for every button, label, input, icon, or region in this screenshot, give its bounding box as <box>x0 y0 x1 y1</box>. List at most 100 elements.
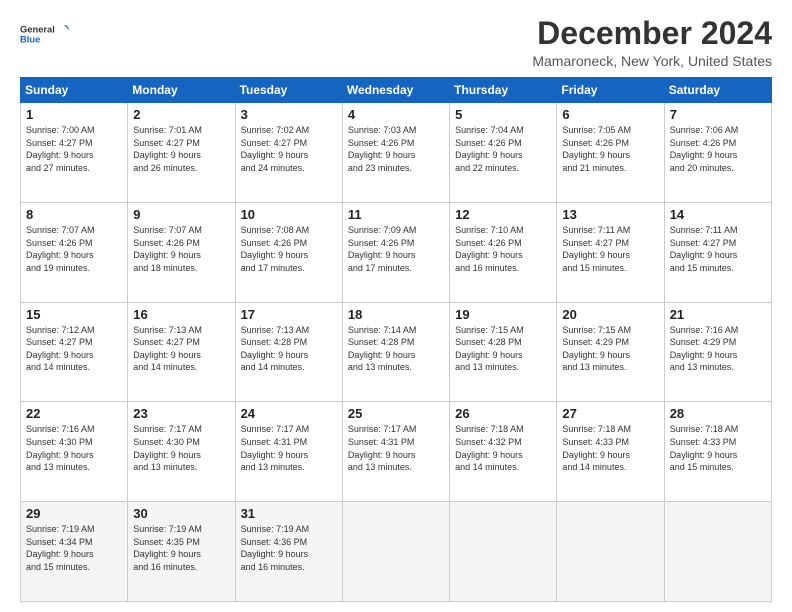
day-info: Sunrise: 7:04 AMSunset: 4:26 PMDaylight:… <box>455 124 551 174</box>
calendar-cell: 16 Sunrise: 7:13 AMSunset: 4:27 PMDayligh… <box>128 302 235 402</box>
day-info: Sunrise: 7:18 AMSunset: 4:33 PMDaylight:… <box>670 423 766 473</box>
calendar-cell: 22 Sunrise: 7:16 AMSunset: 4:30 PMDayligh… <box>21 402 128 502</box>
calendar-cell: 20 Sunrise: 7:15 AMSunset: 4:29 PMDayligh… <box>557 302 664 402</box>
day-number: 10 <box>241 207 337 222</box>
day-info: Sunrise: 7:08 AMSunset: 4:26 PMDaylight:… <box>241 224 337 274</box>
day-info: Sunrise: 7:16 AMSunset: 4:30 PMDaylight:… <box>26 423 122 473</box>
day-info: Sunrise: 7:13 AMSunset: 4:27 PMDaylight:… <box>133 324 229 374</box>
day-number: 17 <box>241 307 337 322</box>
day-number: 5 <box>455 107 551 122</box>
day-info: Sunrise: 7:00 AMSunset: 4:27 PMDaylight:… <box>26 124 122 174</box>
col-sunday: Sunday <box>21 78 128 103</box>
day-number: 3 <box>241 107 337 122</box>
day-number: 12 <box>455 207 551 222</box>
day-info: Sunrise: 7:09 AMSunset: 4:26 PMDaylight:… <box>348 224 444 274</box>
calendar-week-5: 29Sunrise: 7:19 AMSunset: 4:34 PMDayligh… <box>21 502 772 602</box>
day-info: Sunrise: 7:18 AMSunset: 4:32 PMDaylight:… <box>455 423 551 473</box>
calendar-cell: 9 Sunrise: 7:07 AMSunset: 4:26 PMDaylight… <box>128 202 235 302</box>
day-number: 1 <box>26 107 122 122</box>
day-number: 6 <box>562 107 658 122</box>
calendar-cell: 11Sunrise: 7:09 AMSunset: 4:26 PMDayligh… <box>342 202 449 302</box>
day-info: Sunrise: 7:15 AMSunset: 4:29 PMDaylight:… <box>562 324 658 374</box>
calendar-cell: 19 Sunrise: 7:15 AMSunset: 4:28 PMDayligh… <box>450 302 557 402</box>
calendar-cell: 30 Sunrise: 7:19 AMSunset: 4:35 PMDayligh… <box>128 502 235 602</box>
calendar-cell <box>664 502 771 602</box>
day-number: 30 <box>133 506 229 521</box>
day-info: Sunrise: 7:11 AMSunset: 4:27 PMDaylight:… <box>562 224 658 274</box>
col-friday: Friday <box>557 78 664 103</box>
day-info: Sunrise: 7:02 AMSunset: 4:27 PMDaylight:… <box>241 124 337 174</box>
calendar-cell: 15 Sunrise: 7:12 AMSunset: 4:27 PMDayligh… <box>21 302 128 402</box>
day-number: 25 <box>348 406 444 421</box>
calendar-cell <box>557 502 664 602</box>
calendar-cell: 29Sunrise: 7:19 AMSunset: 4:34 PMDayligh… <box>21 502 128 602</box>
day-info: Sunrise: 7:07 AMSunset: 4:26 PMDaylight:… <box>133 224 229 274</box>
calendar-cell: 21Sunrise: 7:16 AMSunset: 4:29 PMDayligh… <box>664 302 771 402</box>
calendar-table: Sunday Monday Tuesday Wednesday Thursday… <box>20 77 772 602</box>
day-info: Sunrise: 7:05 AMSunset: 4:26 PMDaylight:… <box>562 124 658 174</box>
day-number: 31 <box>241 506 337 521</box>
header: General Blue December 2024 Mamaroneck, N… <box>20 16 772 69</box>
calendar-week-3: 15 Sunrise: 7:12 AMSunset: 4:27 PMDayligh… <box>21 302 772 402</box>
day-info: Sunrise: 7:01 AMSunset: 4:27 PMDaylight:… <box>133 124 229 174</box>
day-info: Sunrise: 7:13 AMSunset: 4:28 PMDaylight:… <box>241 324 337 374</box>
day-number: 14 <box>670 207 766 222</box>
calendar-cell: 13 Sunrise: 7:11 AMSunset: 4:27 PMDayligh… <box>557 202 664 302</box>
calendar-body: 1 Sunrise: 7:00 AMSunset: 4:27 PMDaylight… <box>21 103 772 602</box>
calendar-cell: 14 Sunrise: 7:11 AMSunset: 4:27 PMDayligh… <box>664 202 771 302</box>
svg-text:Blue: Blue <box>20 35 40 45</box>
day-info: Sunrise: 7:07 AMSunset: 4:26 PMDaylight:… <box>26 224 122 274</box>
day-number: 13 <box>562 207 658 222</box>
day-number: 9 <box>133 207 229 222</box>
day-info: Sunrise: 7:14 AMSunset: 4:28 PMDaylight:… <box>348 324 444 374</box>
subtitle: Mamaroneck, New York, United States <box>532 53 772 69</box>
day-info: Sunrise: 7:11 AMSunset: 4:27 PMDaylight:… <box>670 224 766 274</box>
day-info: Sunrise: 7:12 AMSunset: 4:27 PMDaylight:… <box>26 324 122 374</box>
day-info: Sunrise: 7:17 AMSunset: 4:31 PMDaylight:… <box>348 423 444 473</box>
day-number: 22 <box>26 406 122 421</box>
day-number: 7 <box>670 107 766 122</box>
calendar-cell: 1 Sunrise: 7:00 AMSunset: 4:27 PMDaylight… <box>21 103 128 203</box>
day-info: Sunrise: 7:10 AMSunset: 4:26 PMDaylight:… <box>455 224 551 274</box>
day-info: Sunrise: 7:15 AMSunset: 4:28 PMDaylight:… <box>455 324 551 374</box>
day-number: 28 <box>670 406 766 421</box>
day-info: Sunrise: 7:19 AMSunset: 4:35 PMDaylight:… <box>133 523 229 573</box>
calendar-cell: 3 Sunrise: 7:02 AMSunset: 4:27 PMDaylight… <box>235 103 342 203</box>
calendar-week-2: 8 Sunrise: 7:07 AMSunset: 4:26 PMDaylight… <box>21 202 772 302</box>
calendar-cell: 12 Sunrise: 7:10 AMSunset: 4:26 PMDayligh… <box>450 202 557 302</box>
calendar-cell <box>342 502 449 602</box>
day-number: 2 <box>133 107 229 122</box>
day-info: Sunrise: 7:17 AMSunset: 4:31 PMDaylight:… <box>241 423 337 473</box>
day-number: 26 <box>455 406 551 421</box>
calendar-cell: 6 Sunrise: 7:05 AMSunset: 4:26 PMDaylight… <box>557 103 664 203</box>
calendar-week-1: 1 Sunrise: 7:00 AMSunset: 4:27 PMDaylight… <box>21 103 772 203</box>
day-number: 4 <box>348 107 444 122</box>
day-number: 23 <box>133 406 229 421</box>
col-tuesday: Tuesday <box>235 78 342 103</box>
calendar-cell: 2 Sunrise: 7:01 AMSunset: 4:27 PMDaylight… <box>128 103 235 203</box>
day-number: 16 <box>133 307 229 322</box>
day-info: Sunrise: 7:19 AMSunset: 4:36 PMDaylight:… <box>241 523 337 573</box>
day-number: 8 <box>26 207 122 222</box>
calendar-week-4: 22 Sunrise: 7:16 AMSunset: 4:30 PMDayligh… <box>21 402 772 502</box>
calendar-cell <box>450 502 557 602</box>
col-monday: Monday <box>128 78 235 103</box>
day-info: Sunrise: 7:19 AMSunset: 4:34 PMDaylight:… <box>26 523 122 573</box>
logo-svg: General Blue <box>20 16 70 51</box>
calendar-cell: 24Sunrise: 7:17 AMSunset: 4:31 PMDayligh… <box>235 402 342 502</box>
day-number: 19 <box>455 307 551 322</box>
day-number: 21 <box>670 307 766 322</box>
day-number: 15 <box>26 307 122 322</box>
calendar-cell: 31 Sunrise: 7:19 AMSunset: 4:36 PMDayligh… <box>235 502 342 602</box>
day-info: Sunrise: 7:17 AMSunset: 4:30 PMDaylight:… <box>133 423 229 473</box>
day-info: Sunrise: 7:18 AMSunset: 4:33 PMDaylight:… <box>562 423 658 473</box>
day-info: Sunrise: 7:03 AMSunset: 4:26 PMDaylight:… <box>348 124 444 174</box>
calendar-cell: 25 Sunrise: 7:17 AMSunset: 4:31 PMDayligh… <box>342 402 449 502</box>
title-block: December 2024 Mamaroneck, New York, Unit… <box>532 16 772 69</box>
day-number: 20 <box>562 307 658 322</box>
main-title: December 2024 <box>532 16 772 51</box>
col-saturday: Saturday <box>664 78 771 103</box>
day-number: 27 <box>562 406 658 421</box>
col-wednesday: Wednesday <box>342 78 449 103</box>
calendar-cell: 23 Sunrise: 7:17 AMSunset: 4:30 PMDayligh… <box>128 402 235 502</box>
